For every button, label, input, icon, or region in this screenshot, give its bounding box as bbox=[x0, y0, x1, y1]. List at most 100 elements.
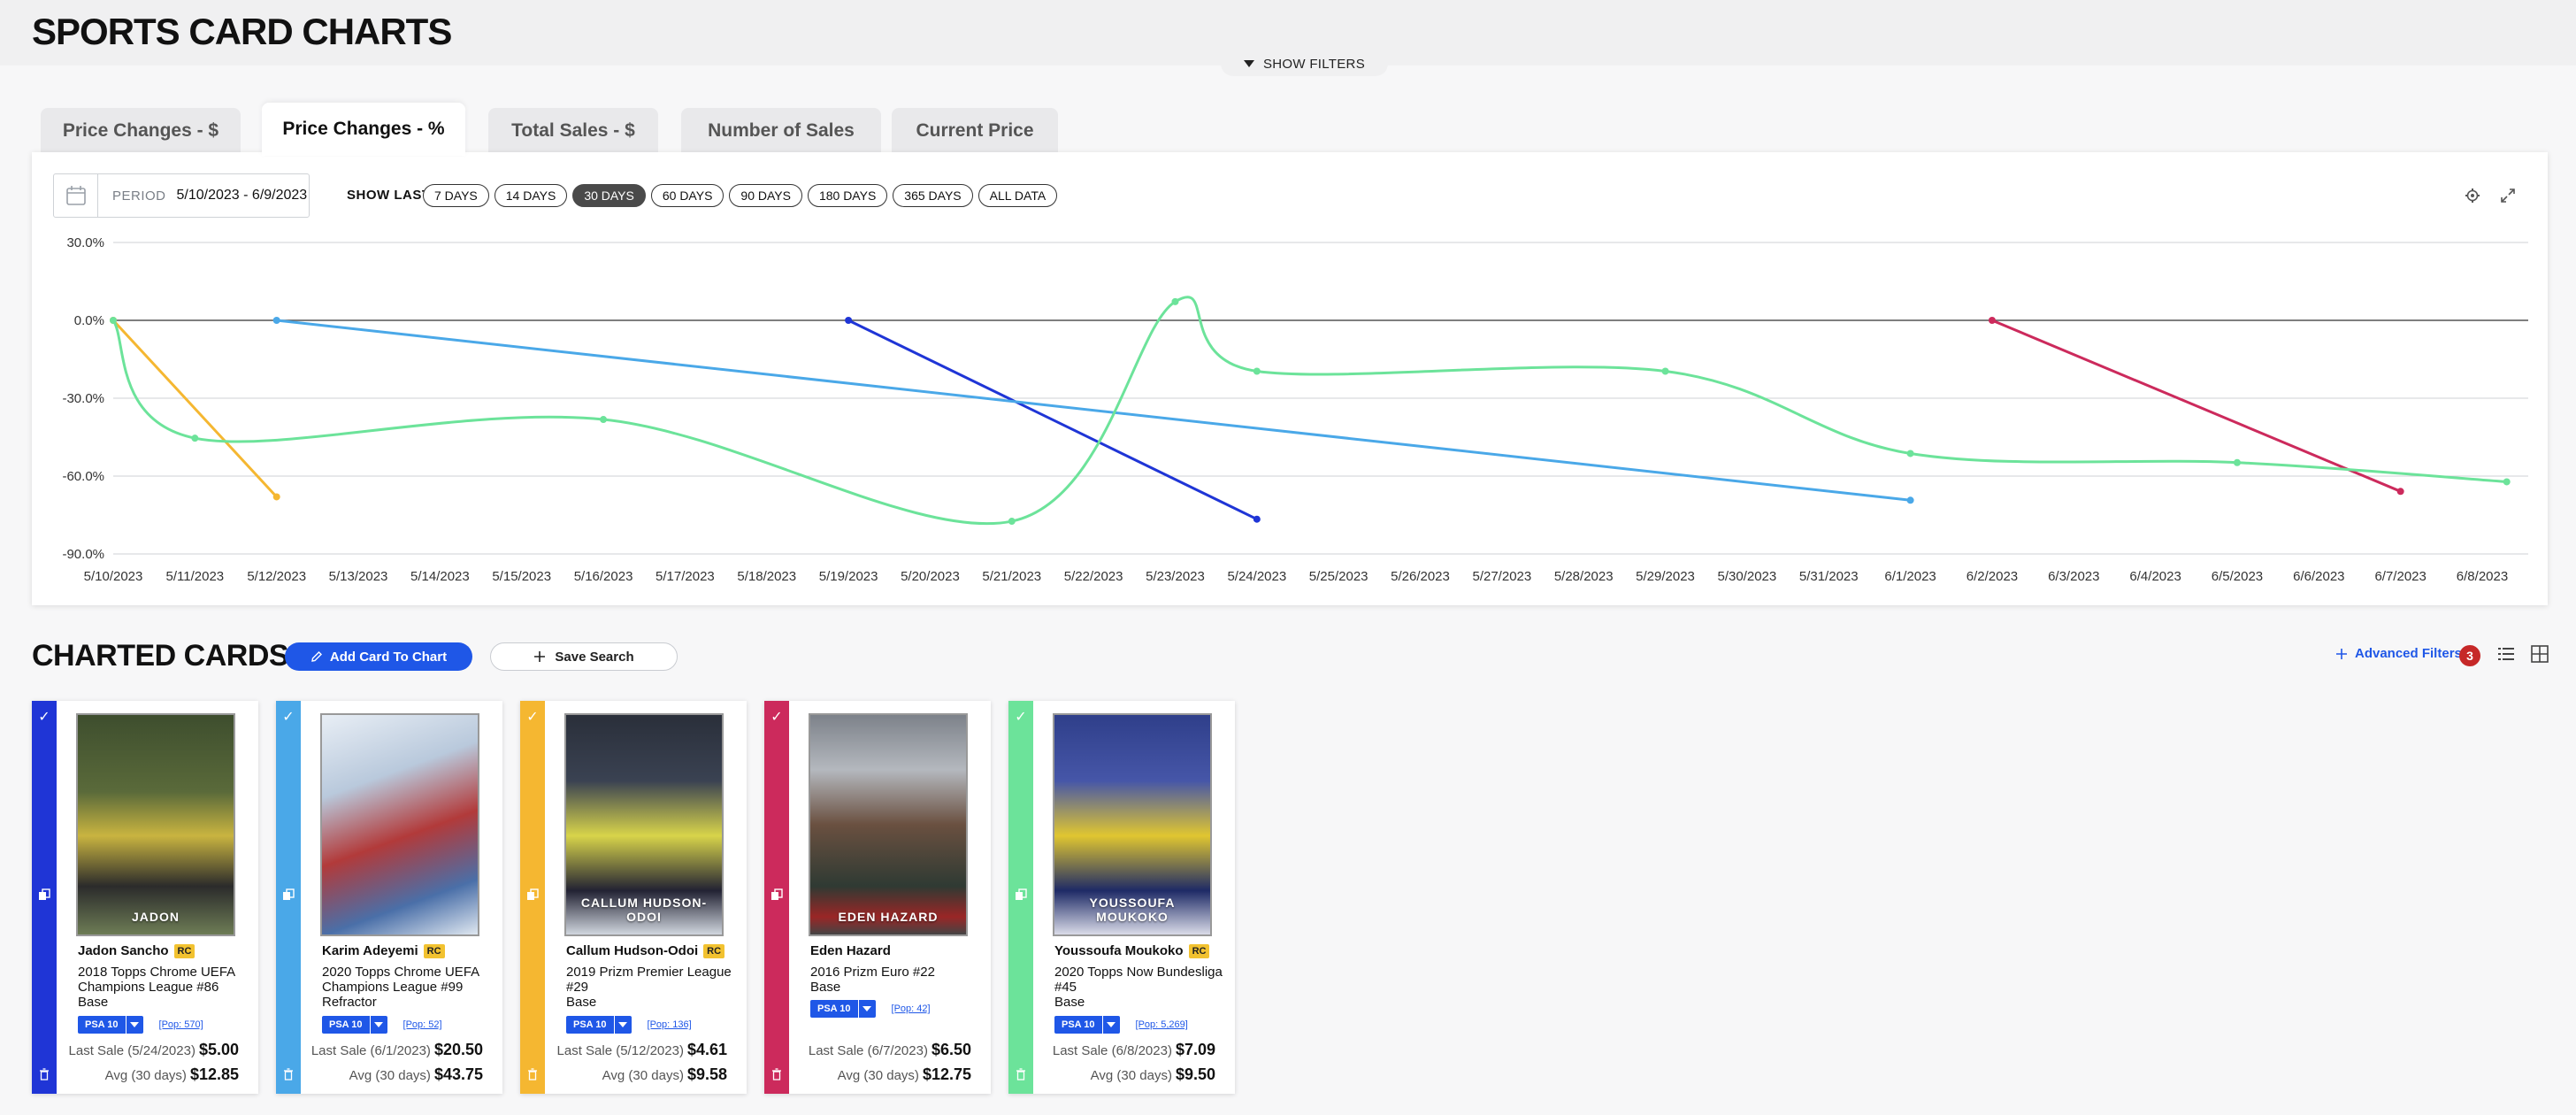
tab-number-of-sales[interactable]: Number of Sales bbox=[681, 108, 881, 154]
card-item[interactable]: ✓ Karim Adeyemi RC 2020 Topps Chrome UEFA… bbox=[276, 701, 502, 1094]
x-tick-label: 5/19/2023 bbox=[819, 569, 878, 584]
card-set: 2018 Topps Chrome UEFA Champions League … bbox=[78, 965, 251, 1010]
expand-icon[interactable] bbox=[2500, 188, 2516, 208]
card-image[interactable] bbox=[320, 713, 479, 936]
grade-label: PSA 10 bbox=[322, 1016, 370, 1034]
check-icon[interactable]: ✓ bbox=[526, 708, 538, 726]
card-image[interactable]: JADON bbox=[76, 713, 235, 936]
grade-row: PSA 10 [Pop: 42] bbox=[810, 1000, 931, 1018]
chevron-down-icon[interactable] bbox=[857, 1000, 876, 1018]
grade-select[interactable]: PSA 10 bbox=[1054, 1016, 1120, 1034]
population-link[interactable]: [Pop: 136] bbox=[648, 1019, 692, 1030]
series-line bbox=[847, 319, 1258, 521]
copy-icon[interactable] bbox=[38, 888, 50, 905]
chevron-down-icon[interactable] bbox=[369, 1016, 387, 1034]
copy-icon[interactable] bbox=[1015, 888, 1027, 905]
copy-icon[interactable] bbox=[282, 888, 295, 905]
average-price: Avg (30 days) $12.85 bbox=[105, 1065, 239, 1084]
card-image[interactable]: YOUSSOUFA MOUKOKO bbox=[1053, 713, 1212, 936]
copy-icon[interactable] bbox=[526, 888, 539, 905]
gear-icon[interactable] bbox=[2465, 188, 2480, 208]
copy-icon[interactable] bbox=[770, 888, 783, 905]
data-point bbox=[2233, 458, 2241, 466]
population-link[interactable]: [Pop: 42] bbox=[892, 1004, 931, 1014]
range-7-days[interactable]: 7 DAYS bbox=[423, 184, 489, 207]
card-player-name: Jadon Sancho RC bbox=[78, 943, 196, 958]
rookie-badge: RC bbox=[423, 943, 445, 958]
card-item[interactable]: ✓ JADON Jadon Sancho RC 2018 Topps Chrome… bbox=[32, 701, 258, 1094]
grade-select[interactable]: PSA 10 bbox=[810, 1000, 876, 1018]
chevron-down-icon[interactable] bbox=[1101, 1016, 1120, 1034]
average-price: Avg (30 days) $43.75 bbox=[349, 1065, 483, 1084]
save-search-button[interactable]: Save Search bbox=[490, 642, 678, 671]
card-variant: Base bbox=[78, 995, 109, 1010]
trash-icon[interactable] bbox=[770, 1068, 783, 1085]
card-player-name: Eden Hazard bbox=[810, 943, 891, 958]
data-point bbox=[1661, 367, 1669, 375]
population-link[interactable]: [Pop: 570] bbox=[159, 1019, 203, 1030]
price-change-line-chart: 30.0% 0.0% -30.0% -60.0% -90.0% 5/10/2023 5/11… bbox=[62, 235, 2528, 584]
card-item[interactable]: ✓ YOUSSOUFA MOUKOKO Youssoufa Moukoko RC … bbox=[1008, 701, 1235, 1094]
population-link[interactable]: [Pop: 5,269] bbox=[1136, 1019, 1188, 1030]
card-item[interactable]: ✓ CALLUM HUDSON-ODOI Callum Hudson-Odoi R… bbox=[520, 701, 747, 1094]
x-tick-label: 6/1/2023 bbox=[1884, 569, 1936, 584]
tab-total-sales[interactable]: Total Sales - $ bbox=[488, 108, 658, 154]
average-label: Avg (30 days) bbox=[1090, 1068, 1172, 1083]
card-player-name: Callum Hudson-Odoi RC bbox=[566, 943, 725, 958]
tab-price-changes-percent[interactable]: Price Changes - % bbox=[262, 103, 465, 156]
x-tick-label: 5/14/2023 bbox=[410, 569, 470, 584]
grade-row: PSA 10 [Pop: 5,269] bbox=[1054, 1016, 1188, 1034]
x-tick-label: 5/10/2023 bbox=[84, 569, 143, 584]
range-90-days[interactable]: 90 DAYS bbox=[729, 184, 802, 207]
data-point bbox=[845, 317, 853, 324]
card-set-text: 2019 Prizm Premier League #29 bbox=[566, 965, 732, 995]
card-image-caption: JADON bbox=[131, 910, 180, 924]
average-price-value: $12.85 bbox=[189, 1065, 239, 1083]
player-name-text: Jadon Sancho bbox=[78, 943, 169, 958]
trash-icon[interactable] bbox=[1015, 1068, 1027, 1085]
range-60-days[interactable]: 60 DAYS bbox=[650, 184, 724, 207]
x-tick-label: 5/26/2023 bbox=[1391, 569, 1450, 584]
x-tick-label: 6/2/2023 bbox=[1966, 569, 2018, 584]
card-variant: Base bbox=[1054, 995, 1085, 1010]
check-icon[interactable]: ✓ bbox=[1015, 708, 1026, 726]
chevron-down-icon[interactable] bbox=[125, 1016, 143, 1034]
trash-icon[interactable] bbox=[38, 1068, 50, 1085]
card-image[interactable]: CALLUM HUDSON-ODOI bbox=[564, 713, 724, 936]
grid-icon[interactable] bbox=[2530, 644, 2549, 668]
trash-icon[interactable] bbox=[526, 1068, 539, 1085]
grade-select[interactable]: PSA 10 bbox=[566, 1016, 632, 1034]
range-180-days[interactable]: 180 DAYS bbox=[807, 184, 888, 207]
last-sale-label: Last Sale (5/12/2023) bbox=[556, 1043, 684, 1058]
advanced-filters-count-badge: 3 bbox=[2459, 645, 2480, 666]
range-14-days[interactable]: 14 DAYS bbox=[494, 184, 568, 207]
tab-price-changes-dollar[interactable]: Price Changes - $ bbox=[41, 108, 241, 154]
last-sale: Last Sale (6/1/2023) $20.50 bbox=[311, 1041, 483, 1059]
x-tick-label: 5/29/2023 bbox=[1636, 569, 1695, 584]
grade-select[interactable]: PSA 10 bbox=[78, 1016, 143, 1034]
trash-icon[interactable] bbox=[282, 1068, 295, 1085]
card-image[interactable]: EDEN HAZARD bbox=[809, 713, 968, 936]
chevron-down-icon[interactable] bbox=[613, 1016, 632, 1034]
show-filters-toggle[interactable]: SHOW FILTERS bbox=[1221, 51, 1388, 76]
check-icon[interactable]: ✓ bbox=[282, 708, 294, 726]
x-tick-label: 5/16/2023 bbox=[574, 569, 633, 584]
view-toggle bbox=[2496, 644, 2549, 668]
range-365-days[interactable]: 365 DAYS bbox=[893, 184, 973, 207]
grade-select[interactable]: PSA 10 bbox=[322, 1016, 387, 1034]
population-link[interactable]: [Pop: 52] bbox=[403, 1019, 442, 1030]
range-all-data[interactable]: ALL DATA bbox=[978, 184, 1058, 207]
tab-current-price[interactable]: Current Price bbox=[892, 108, 1058, 154]
show-last-label: SHOW LAST bbox=[347, 188, 431, 203]
range-30-days[interactable]: 30 DAYS bbox=[572, 184, 646, 207]
add-card-to-chart-button[interactable]: Add Card To Chart bbox=[285, 642, 472, 671]
pencil-icon bbox=[311, 651, 322, 662]
period-picker[interactable]: PERIOD 5/10/2023 - 6/9/2023 bbox=[53, 173, 310, 218]
advanced-filters-button[interactable]: Advanced Filters bbox=[2335, 646, 2462, 661]
card-color-strip: ✓ bbox=[32, 701, 57, 1094]
list-icon[interactable] bbox=[2496, 644, 2516, 668]
card-item[interactable]: ✓ EDEN HAZARD Eden Hazard 2016 Prizm Eur… bbox=[764, 701, 991, 1094]
check-icon[interactable]: ✓ bbox=[770, 708, 782, 726]
rookie-badge: RC bbox=[1188, 943, 1210, 958]
check-icon[interactable]: ✓ bbox=[38, 708, 50, 726]
